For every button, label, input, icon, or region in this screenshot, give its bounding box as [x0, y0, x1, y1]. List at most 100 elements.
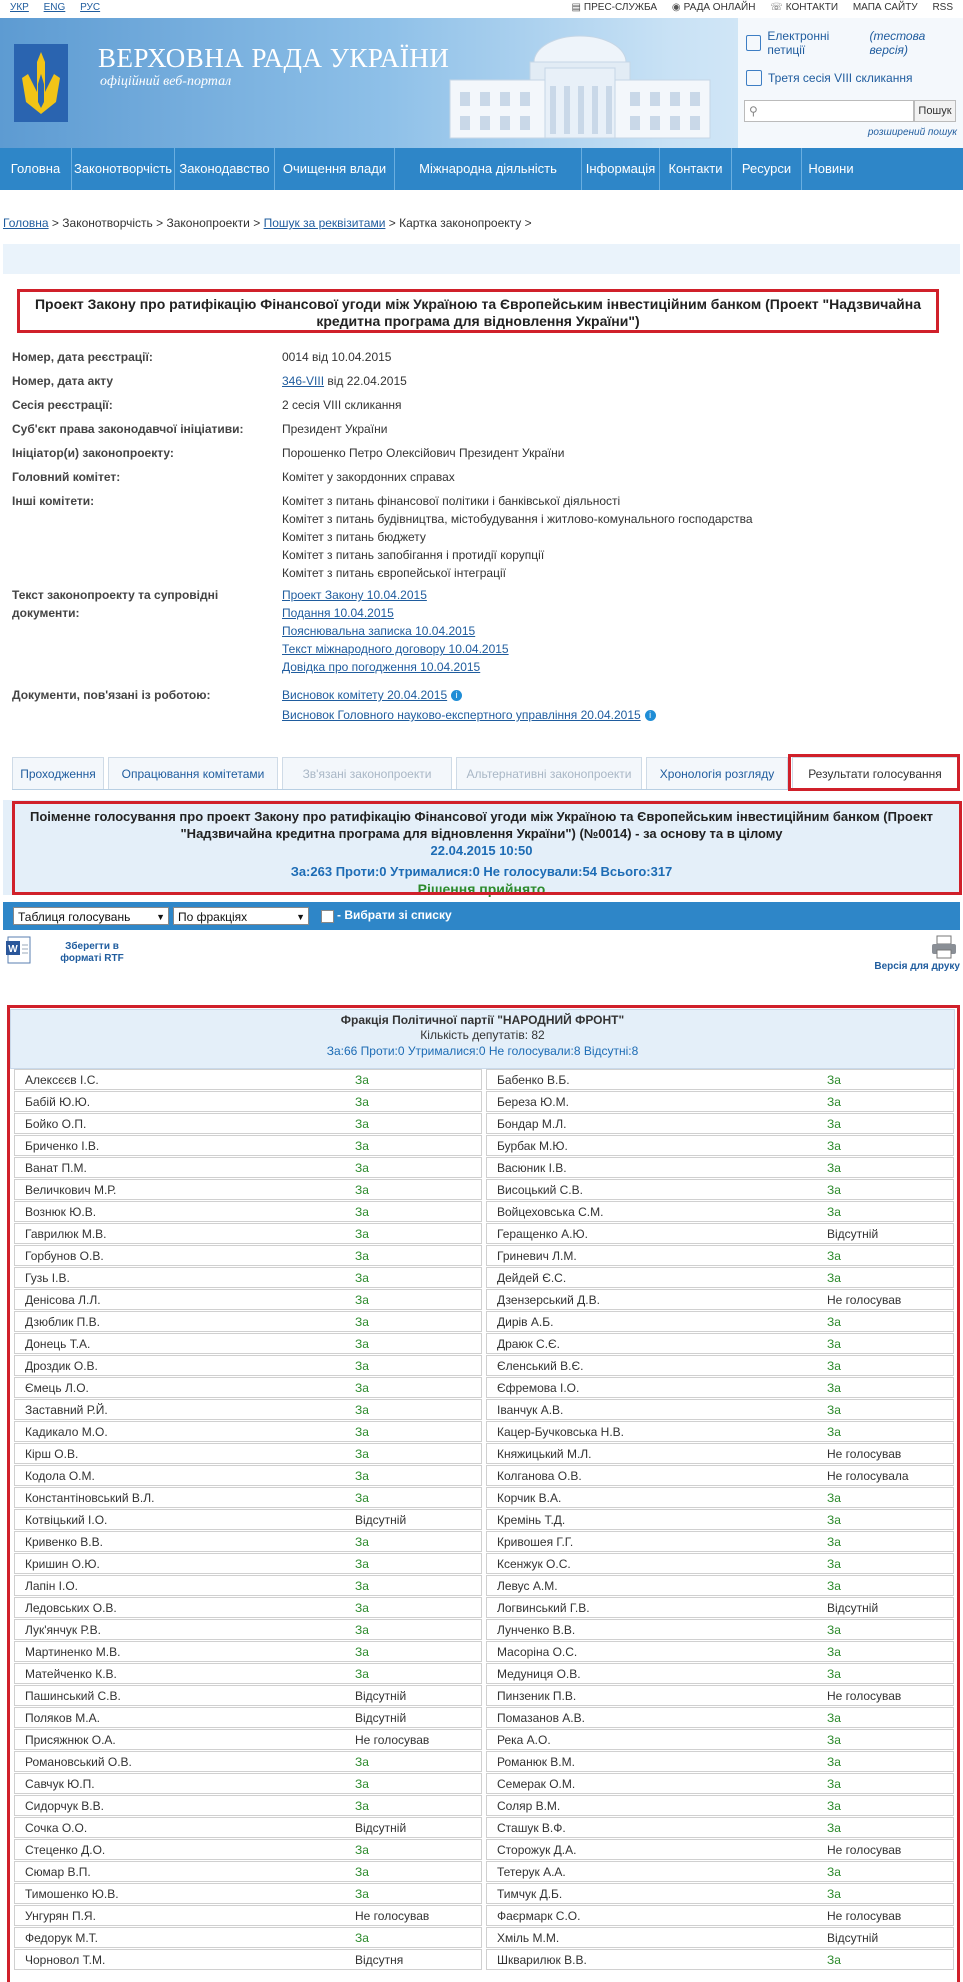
phone-icon: ☏: [770, 2, 783, 13]
doc-link[interactable]: Пояснювальна записка 10.04.2015: [282, 624, 475, 638]
field-value: 0014 від 10.04.2015: [282, 350, 392, 364]
top-bar: УКР ENG РУС ▤ ПРЕС-СЛУЖБА ◉ РАДА ОНЛАЙН ☏ К…: [0, 0, 963, 18]
field-label: Головний комітет:: [12, 470, 121, 484]
committee-item: Комітет з питань фінансової політики і б…: [282, 494, 621, 508]
language-switcher: УКР ENG РУС: [10, 2, 112, 13]
act-date: від 22.04.2015: [324, 374, 407, 388]
lang-eng[interactable]: ENG: [44, 2, 66, 13]
doc-link[interactable]: Проект Закону 10.04.2015: [282, 588, 427, 602]
rss-link[interactable]: RSS: [932, 2, 953, 13]
committee-item: Комітет з питань європейської інтеграції: [282, 566, 506, 580]
vote-summary-highlight: [12, 801, 962, 895]
nav-information[interactable]: Інформація: [582, 148, 660, 190]
committee-item: Комітет з питань бюджету: [282, 530, 426, 544]
tab-committees[interactable]: Опрацювання комітетами: [108, 757, 278, 789]
field-label: Інші комітети:: [12, 494, 95, 508]
committee-item: Комітет з питань запобігання і протидії …: [282, 548, 545, 562]
field-label: Документи, пов'язані із роботою:: [12, 688, 211, 702]
nav-home[interactable]: Головна: [0, 148, 72, 190]
printer-icon[interactable]: [930, 935, 958, 959]
breadcrumb-search[interactable]: Пошук за реквізитами: [264, 216, 386, 230]
field-value: Комітет з питань фінансової політики і б…: [282, 492, 753, 582]
table-select[interactable]: Таблиця голосувань ▼: [13, 907, 169, 925]
lang-ukr[interactable]: УКР: [10, 2, 29, 13]
breadcrumb-separator: >: [48, 216, 63, 230]
header-side-panel: Електронні петиції (тестова версія) Трет…: [738, 18, 963, 148]
calendar-icon: [746, 70, 762, 86]
nav-news[interactable]: Новини: [802, 148, 860, 190]
doc-link[interactable]: Текст міжнародного договору 10.04.2015: [282, 642, 509, 656]
field-value: 2 сесія VIII скликання: [282, 398, 402, 412]
tab-related-bills[interactable]: Зв'язані законопроекти: [282, 757, 452, 789]
section-band: [3, 244, 960, 274]
bill-title: Проект Закону про ратифікацію Фінансової…: [17, 289, 939, 333]
field-label: Сесія реєстрації:: [12, 398, 113, 412]
main-nav: Головна Законотворчість Законодавство Оч…: [0, 148, 963, 190]
doc-link[interactable]: Подання 10.04.2015: [282, 606, 394, 620]
field-label: Номер, дата акту: [12, 374, 114, 388]
nav-lawmaking[interactable]: Законотворчість: [72, 148, 175, 190]
save-rtf-link[interactable]: Зберегти в форматі RTF: [60, 941, 124, 965]
petitions-link[interactable]: Електронні петиції (тестова версія): [746, 29, 963, 57]
document-icon: [746, 35, 762, 51]
nav-contacts[interactable]: Контакти: [660, 148, 732, 190]
nav-lustration[interactable]: Очищення влади: [275, 148, 395, 190]
field-value: Комітет у закордонних справах: [282, 470, 455, 484]
svg-text:W: W: [8, 944, 18, 955]
search-button[interactable]: Пошук: [914, 100, 956, 122]
coat-of-arms-icon[interactable]: [14, 44, 68, 122]
lang-rus[interactable]: РУС: [80, 2, 100, 13]
info-icon[interactable]: i: [644, 710, 656, 721]
site-title[interactable]: ВЕРХОВНА РАДА УКРАЇНИ: [98, 43, 449, 74]
field-value: Проект Закону 10.04.2015 Подання 10.04.2…: [282, 586, 509, 676]
field-label: Суб'єкт права законодавчої ініціативи:: [12, 422, 244, 436]
press-icon: ▤: [571, 2, 581, 13]
breadcrumb-bills: Законопроекти: [166, 216, 250, 230]
choose-checkbox[interactable]: [321, 910, 334, 923]
nav-international[interactable]: Міжнародна діяльність: [395, 148, 582, 190]
committee-item: Комітет з питань будівництва, містобудув…: [282, 512, 753, 526]
breadcrumb-lawmaking: Законотворчість: [62, 216, 153, 230]
choose-label: - Вибрати зі списку: [337, 908, 452, 922]
field-value: 346-VIII від 22.04.2015: [282, 372, 407, 390]
field-label: Номер, дата реєстрації:: [12, 350, 153, 364]
field-label: Ініціатор(и) законопроекту:: [12, 446, 174, 460]
word-doc-icon[interactable]: W: [6, 935, 34, 965]
act-link[interactable]: 346-VIII: [282, 374, 324, 388]
contacts-link[interactable]: ☏ КОНТАКТИ: [770, 2, 838, 13]
parliament-building-image: [449, 35, 711, 139]
nav-legislation[interactable]: Законодавство: [175, 148, 275, 190]
doc-link[interactable]: Довідка про погодження 10.04.2015: [282, 660, 480, 674]
broadcast-icon: ◉: [671, 2, 681, 13]
field-value: Висновок комітету 20.04.2015 i Висновок Г…: [282, 686, 656, 724]
field-value: Порошенко Петро Олексійович Президент Ук…: [282, 446, 565, 460]
nav-resources[interactable]: Ресурси: [732, 148, 802, 190]
breadcrumb-home[interactable]: Головна: [3, 216, 49, 230]
tab-passage[interactable]: Проходження: [12, 757, 104, 789]
info-icon[interactable]: i: [451, 690, 463, 701]
petitions-label: Електронні петиції: [767, 29, 830, 57]
search-input[interactable]: ⚲: [744, 100, 914, 122]
group-select[interactable]: По фракціях ▼: [173, 907, 309, 925]
page: { "topbar": { "languages": ["УКР", "ENG"…: [0, 0, 963, 1982]
session-label: Третя сесія VIII скликання: [768, 71, 913, 85]
breadcrumb-separator: >: [249, 216, 264, 230]
advanced-search-link[interactable]: розширений пошук: [868, 127, 957, 138]
breadcrumb-separator: >: [152, 216, 167, 230]
breadcrumb-current: Картка законопроекту: [399, 216, 522, 230]
sitemap-link[interactable]: МАПА САЙТУ: [853, 2, 918, 13]
top-links: ▤ ПРЕС-СЛУЖБА ◉ РАДА ОНЛАЙН ☏ КОНТАКТИ МАПА…: [559, 2, 953, 13]
breadcrumb-separator: >: [385, 216, 400, 230]
related-doc-link[interactable]: Висновок Головного науково-експертного у…: [282, 708, 641, 722]
site-header: ВЕРХОВНА РАДА УКРАЇНИ офіційний веб-порт…: [0, 18, 963, 148]
press-link[interactable]: ▤ ПРЕС-СЛУЖБА: [571, 2, 657, 13]
rada-online-link[interactable]: ◉ РАДА ОНЛАЙН: [672, 2, 756, 13]
field-value: Президент України: [282, 422, 388, 436]
vote-controls: Таблиця голосувань ▼ По фракціях ▼ - Вибра…: [3, 902, 960, 930]
print-version-link[interactable]: Версія для друку: [874, 961, 960, 972]
session-link[interactable]: Третя сесія VIII скликання: [746, 65, 912, 91]
tab-chronology[interactable]: Хронологія розгляду: [646, 757, 788, 789]
tab-alternative-bills[interactable]: Альтернативні законопроекти: [456, 757, 642, 789]
table-select-value: Таблиця голосувань: [18, 910, 131, 924]
related-doc-link[interactable]: Висновок комітету 20.04.2015: [282, 688, 447, 702]
